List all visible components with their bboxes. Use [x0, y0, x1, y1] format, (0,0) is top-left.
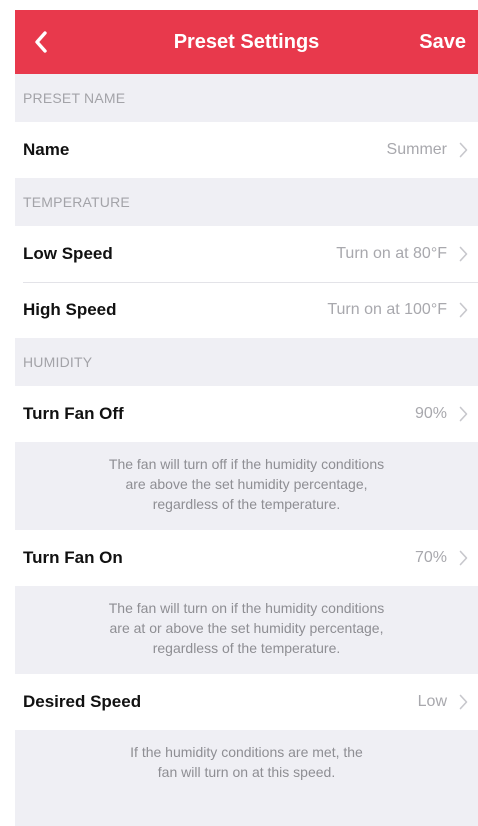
chevron-right-icon	[459, 142, 468, 158]
desired-speed-label: Desired Speed	[23, 692, 142, 711]
chevron-right-icon	[459, 406, 468, 422]
desired-speed-note: If the humidity conditions are met, the …	[15, 730, 478, 804]
low-speed-label: Low Speed	[23, 244, 113, 263]
low-speed-row[interactable]: Low Speed Turn on at 80°F	[15, 226, 478, 282]
turn-fan-off-note-line: regardless of the temperature.	[152, 496, 341, 512]
turn-fan-on-note-line: regardless of the temperature.	[152, 640, 341, 656]
low-speed-value: Turn on at 80°F	[336, 245, 447, 262]
turn-fan-on-note: The fan will turn on if the humidity con…	[15, 586, 478, 674]
turn-fan-off-note-line: are above the set humidity percentage,	[125, 476, 368, 492]
turn-fan-off-note: The fan will turn off if the humidity co…	[15, 442, 478, 530]
save-button[interactable]: Save	[419, 10, 466, 74]
page-title: Preset Settings	[173, 31, 320, 53]
high-speed-row[interactable]: High Speed Turn on at 100°F	[15, 282, 478, 338]
chevron-right-icon	[459, 246, 468, 262]
desired-speed-value: Low	[417, 693, 447, 710]
navigation-bar: Preset Settings Save	[15, 10, 478, 74]
turn-fan-off-note-line: The fan will turn off if the humidity co…	[108, 456, 385, 472]
turn-fan-on-row[interactable]: Turn Fan On 70%	[15, 530, 478, 586]
turn-fan-off-value: 90%	[414, 405, 447, 422]
back-button[interactable]	[15, 10, 67, 74]
turn-fan-on-label: Turn Fan On	[23, 548, 123, 567]
preset-settings-screen: Preset Settings Save PRESET NAME Name Su…	[15, 10, 478, 826]
desired-speed-note-line: fan will turn on at this speed.	[157, 764, 336, 780]
name-row[interactable]: Name Summer	[15, 122, 478, 178]
desired-speed-row[interactable]: Desired Speed Low	[15, 674, 478, 730]
chevron-right-icon	[459, 302, 468, 318]
section-header-preset-name: PRESET NAME	[23, 90, 126, 106]
turn-fan-off-row[interactable]: Turn Fan Off 90%	[15, 386, 478, 442]
chevron-right-icon	[459, 694, 468, 710]
chevron-left-icon	[35, 31, 47, 53]
section-header-temperature: TEMPERATURE	[23, 194, 130, 210]
turn-fan-on-note-line: The fan will turn on if the humidity con…	[108, 600, 385, 616]
section-header-humidity: HUMIDITY	[23, 354, 93, 370]
desired-speed-note-line: If the humidity conditions are met, the	[130, 744, 363, 760]
name-value: Summer	[386, 141, 447, 158]
turn-fan-on-value: 70%	[414, 549, 447, 566]
turn-fan-off-label: Turn Fan Off	[23, 404, 124, 423]
high-speed-label: High Speed	[23, 300, 117, 319]
high-speed-value: Turn on at 100°F	[327, 301, 447, 318]
turn-fan-on-note-line: are at or above the set humidity percent…	[109, 620, 384, 636]
chevron-right-icon	[459, 550, 468, 566]
name-label: Name	[23, 140, 70, 159]
